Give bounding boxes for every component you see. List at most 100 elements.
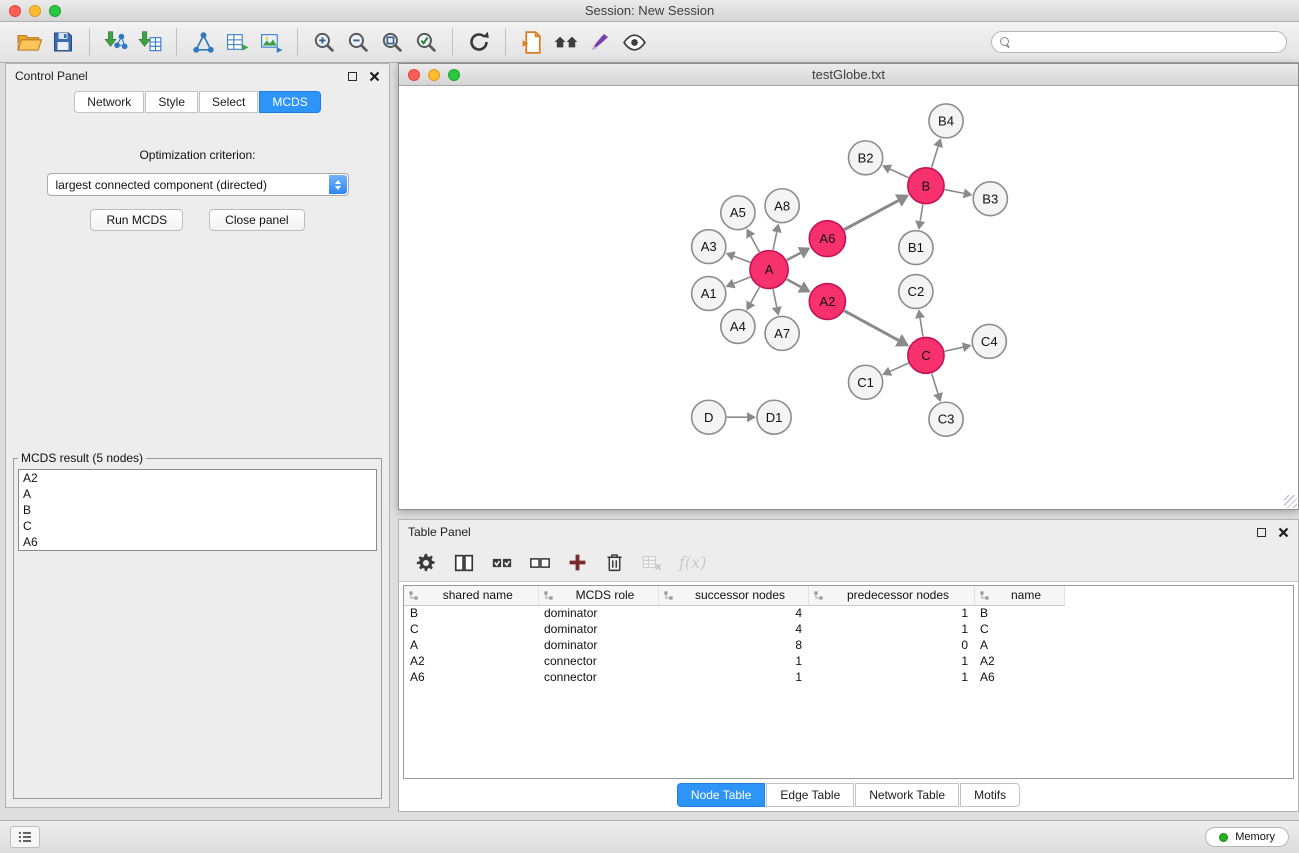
graph-node-B3[interactable]: B3: [973, 182, 1007, 216]
optimization-criterion-dropdown[interactable]: largest connected component (directed): [47, 173, 349, 196]
network-maximize-button[interactable]: [448, 69, 460, 81]
network-window-titlebar[interactable]: testGlobe.txt: [399, 64, 1298, 86]
network-graph[interactable]: AA6A2BCA1A3A4A5A7A8B1B2B3B4C1C2C3C4DD1: [399, 86, 1298, 509]
mcds-result-item[interactable]: B: [19, 502, 376, 518]
graph-node-B4[interactable]: B4: [929, 104, 963, 138]
table-row[interactable]: Adominator80A: [404, 637, 1064, 653]
tab-network[interactable]: Network: [74, 91, 144, 113]
show-hide-graphics-button[interactable]: [617, 26, 651, 58]
edge-A-A5[interactable]: [751, 236, 760, 252]
new-network-button[interactable]: [186, 26, 220, 58]
graph-node-A3[interactable]: A3: [692, 230, 726, 264]
graph-node-A[interactable]: A: [750, 251, 788, 289]
tab-node-table[interactable]: Node Table: [677, 783, 766, 807]
add-column-icon[interactable]: [567, 552, 588, 573]
edge-B-B4[interactable]: [932, 147, 939, 168]
graph-node-B[interactable]: B: [908, 168, 944, 204]
edge-A-A7[interactable]: [773, 289, 777, 307]
column-header-MCDS-role[interactable]: MCDS role: [538, 586, 658, 605]
graph-node-A1[interactable]: A1: [692, 277, 726, 311]
annotations-button[interactable]: [583, 26, 617, 58]
column-header-predecessor-nodes[interactable]: predecessor nodes: [808, 586, 974, 605]
refresh-view-button[interactable]: [462, 26, 496, 58]
export-image-button[interactable]: [254, 26, 288, 58]
delete-column-icon[interactable]: [604, 552, 625, 573]
tab-motifs[interactable]: Motifs: [960, 783, 1020, 807]
zoom-fit-button[interactable]: [375, 26, 409, 58]
show-columns-icon[interactable]: [453, 552, 475, 574]
memory-button[interactable]: Memory: [1205, 827, 1289, 847]
tab-mcds[interactable]: MCDS: [259, 91, 320, 113]
table-row[interactable]: Bdominator41B: [404, 605, 1064, 621]
graph-node-A6[interactable]: A6: [809, 221, 845, 257]
mcds-result-item[interactable]: A: [19, 486, 376, 502]
table-row[interactable]: A6connector11A6: [404, 669, 1064, 685]
save-session-button[interactable]: [46, 26, 80, 58]
network-canvas[interactable]: AA6A2BCA1A3A4A5A7A8B1B2B3B4C1C2C3C4DD1: [399, 86, 1298, 509]
zoom-out-button[interactable]: [341, 26, 375, 58]
zoom-in-button[interactable]: [307, 26, 341, 58]
graph-node-C[interactable]: C: [908, 337, 944, 373]
graph-node-A8[interactable]: A8: [765, 189, 799, 223]
close-window-button[interactable]: [9, 5, 21, 17]
close-table-panel-icon[interactable]: [1278, 527, 1289, 538]
close-panel-icon[interactable]: [369, 71, 380, 82]
edge-C-C2[interactable]: [920, 318, 923, 337]
open-file-button[interactable]: [12, 26, 46, 58]
network-close-button[interactable]: [408, 69, 420, 81]
table-row[interactable]: Cdominator41C: [404, 621, 1064, 637]
graph-node-C3[interactable]: C3: [929, 402, 963, 436]
graph-node-B1[interactable]: B1: [899, 231, 933, 265]
edge-A-A4[interactable]: [751, 287, 760, 303]
graph-node-D[interactable]: D: [692, 400, 726, 434]
graph-node-A5[interactable]: A5: [721, 196, 755, 230]
edge-B-B1[interactable]: [920, 204, 923, 221]
edge-C-C4[interactable]: [945, 347, 963, 351]
column-header-name[interactable]: name: [974, 586, 1064, 605]
table-row[interactable]: A2connector11A2: [404, 653, 1064, 669]
column-header-shared-name[interactable]: shared name: [404, 586, 538, 605]
tab-select[interactable]: Select: [199, 91, 258, 113]
minimize-window-button[interactable]: [29, 5, 41, 17]
edge-A6-B[interactable]: [844, 201, 898, 230]
graph-node-C1[interactable]: C1: [849, 365, 883, 399]
edge-B-B2[interactable]: [890, 169, 909, 178]
mcds-result-item[interactable]: A6: [19, 534, 376, 550]
mcds-result-list[interactable]: A2ABCA6: [18, 469, 377, 551]
zoom-selected-button[interactable]: [409, 26, 443, 58]
resize-grip[interactable]: [1284, 495, 1297, 508]
graph-node-D1[interactable]: D1: [757, 400, 791, 434]
network-minimize-button[interactable]: [428, 69, 440, 81]
edge-A-A6[interactable]: [787, 253, 801, 260]
graph-node-A2[interactable]: A2: [809, 284, 845, 320]
edge-C-C3[interactable]: [932, 373, 938, 393]
float-table-panel-icon[interactable]: [1257, 528, 1266, 537]
import-network-button[interactable]: [99, 26, 133, 58]
tab-edge-table[interactable]: Edge Table: [766, 783, 854, 807]
mcds-result-item[interactable]: C: [19, 518, 376, 534]
graph-node-A4[interactable]: A4: [721, 309, 755, 343]
edge-B-B3[interactable]: [945, 190, 964, 194]
edge-C-C1[interactable]: [890, 363, 908, 371]
graph-node-B2[interactable]: B2: [849, 141, 883, 175]
edge-A-A8[interactable]: [773, 232, 777, 250]
maximize-window-button[interactable]: [49, 5, 61, 17]
select-all-icon[interactable]: [491, 552, 513, 574]
graph-node-A7[interactable]: A7: [765, 316, 799, 350]
float-panel-icon[interactable]: [348, 72, 357, 81]
edge-A-A2[interactable]: [787, 279, 801, 287]
open-in-browser-button[interactable]: [515, 26, 549, 58]
tab-style[interactable]: Style: [145, 91, 198, 113]
deselect-all-icon[interactable]: [529, 552, 551, 574]
panel-menu-button[interactable]: [10, 826, 40, 848]
search-box[interactable]: [991, 31, 1287, 53]
graph-node-C4[interactable]: C4: [972, 324, 1006, 358]
import-table-button[interactable]: [133, 26, 167, 58]
node-table-container[interactable]: shared nameMCDS rolesuccessor nodesprede…: [403, 585, 1294, 779]
column-header-successor-nodes[interactable]: successor nodes: [658, 586, 808, 605]
new-table-button[interactable]: [220, 26, 254, 58]
settings-gear-icon[interactable]: [415, 552, 437, 574]
close-panel-button[interactable]: Close panel: [209, 209, 304, 231]
edge-A2-C[interactable]: [844, 311, 898, 341]
edge-A-A3[interactable]: [734, 256, 750, 262]
